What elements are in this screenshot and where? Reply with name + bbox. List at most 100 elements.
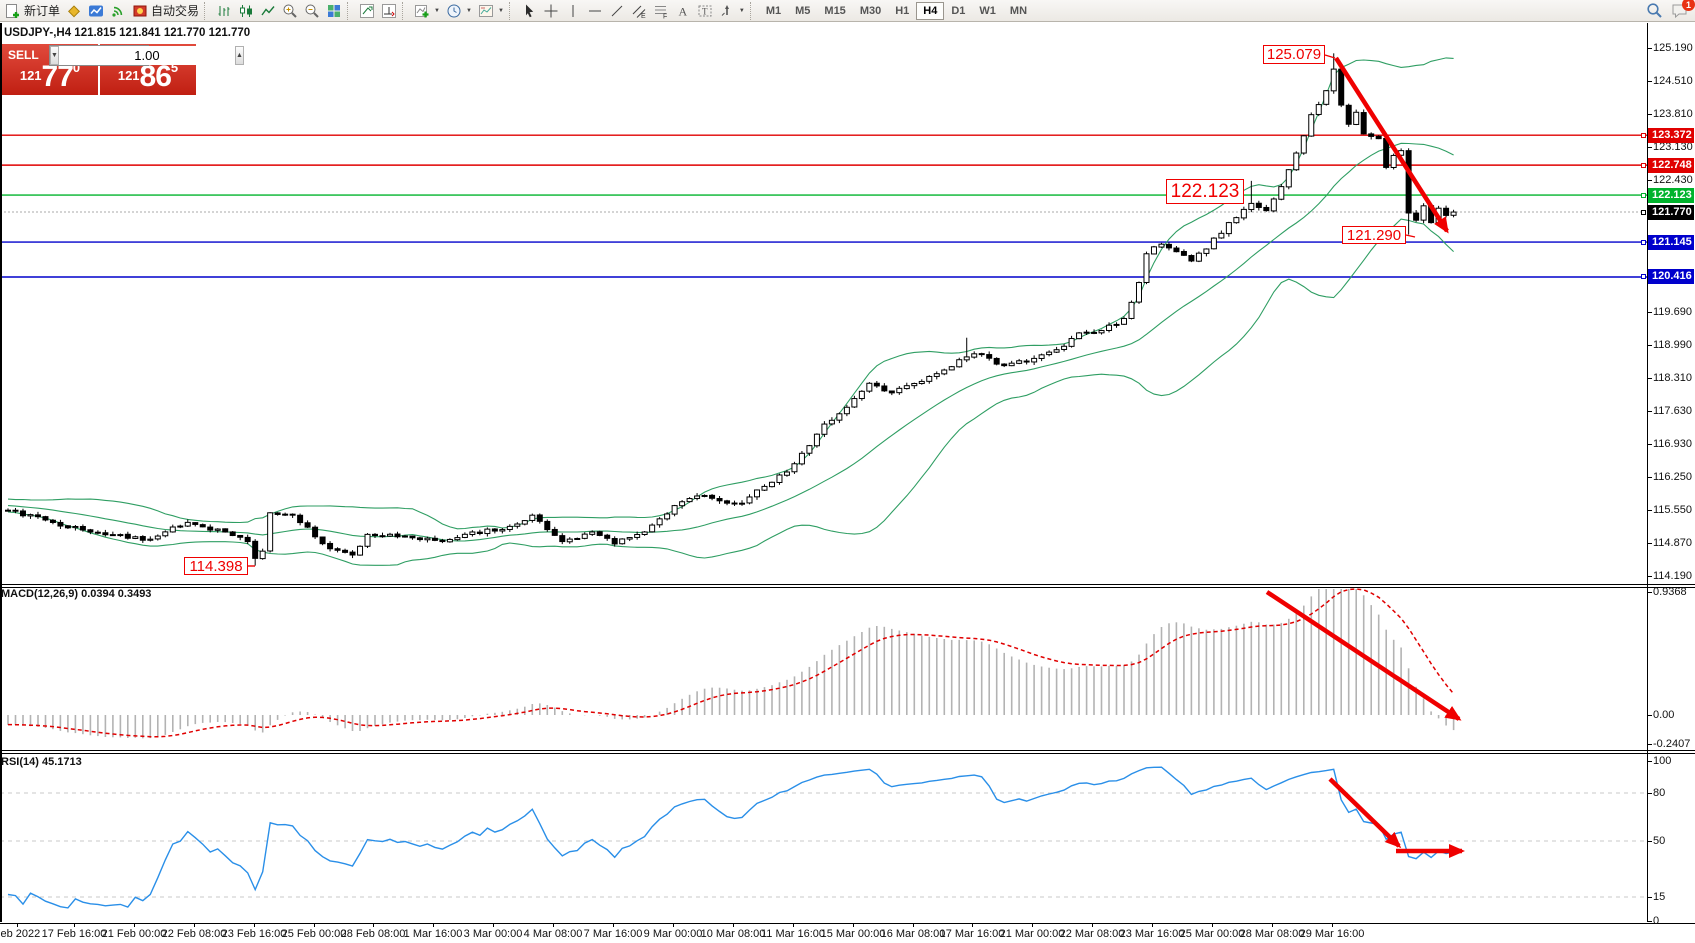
shapes-icon (719, 3, 735, 19)
fibonacci-icon: F (653, 3, 669, 19)
vertical-line-tool-button[interactable] (562, 1, 584, 21)
time-axis-label: 21 Feb 00:00 (102, 928, 167, 940)
price-badge: 120.416 (1648, 269, 1694, 284)
timeframe-h4[interactable]: H4 (916, 2, 944, 20)
time-axis-label: 11 Mar 16:00 (761, 928, 825, 940)
price-tick-mark (1647, 411, 1652, 412)
main-chart-surface[interactable] (0, 23, 1647, 584)
timeframe-d1[interactable]: D1 (944, 2, 972, 20)
search-icon[interactable] (1646, 2, 1663, 24)
time-axis-label: 10 Mar 08:00 (701, 928, 766, 940)
toolbar-separator (402, 2, 408, 20)
text-label-tool-button[interactable]: T (694, 1, 716, 21)
candle-chart-icon (238, 3, 254, 19)
indicator-tick-mark (1647, 793, 1652, 794)
price-tick-label: 114.190 (1653, 570, 1692, 582)
timeframe-m15[interactable]: M15 (817, 2, 852, 20)
rsi-pane-surface[interactable] (0, 754, 1647, 923)
indicator-tick-label: 80 (1653, 787, 1665, 799)
time-axis-label: 15 Mar 00:00 (821, 928, 886, 940)
auto-scroll-icon (381, 3, 397, 19)
chart-shift-button[interactable] (356, 1, 378, 21)
market-watch-button[interactable] (63, 1, 85, 21)
rsi-label: RSI(14) 45.1713 (1, 756, 82, 768)
new-order-button[interactable]: 新订单 (2, 1, 63, 21)
zoom-out-button[interactable] (301, 1, 323, 21)
crosshair-tool-button[interactable] (540, 1, 562, 21)
channel-tool-button[interactable]: E (628, 1, 650, 21)
timeframe-m5[interactable]: M5 (788, 2, 817, 20)
macd-pane-surface[interactable] (0, 588, 1647, 750)
annotation-leader (1406, 235, 1415, 237)
time-tick-mark (433, 924, 434, 927)
timeframe-h1[interactable]: H1 (888, 2, 916, 20)
svg-text:A: A (678, 4, 687, 18)
time-axis[interactable]: Feb 202217 Feb 16:0021 Feb 00:0022 Feb 0… (0, 923, 1695, 943)
horizontal-line-tool-button[interactable] (584, 1, 606, 21)
period-button[interactable]: ▼ (443, 1, 475, 21)
text-icon: A (675, 3, 691, 19)
timeframe-mn[interactable]: MN (1003, 2, 1034, 20)
fibonacci-tool-button[interactable]: F (650, 1, 672, 21)
time-tick-mark (74, 924, 75, 927)
line-chart-mode-button[interactable] (257, 1, 279, 21)
price-badge: 122.748 (1648, 158, 1694, 173)
price-tick-label: 124.510 (1653, 75, 1693, 87)
tile-windows-button[interactable] (323, 1, 345, 21)
zoom-in-icon (282, 3, 298, 19)
cursor-icon (521, 3, 537, 19)
toolbar-separator (509, 2, 515, 20)
template-button[interactable]: ▼ (475, 1, 507, 21)
candles (6, 53, 1457, 565)
timeframe-w1[interactable]: W1 (972, 2, 1003, 20)
time-axis-label: 22 Feb 08:00 (162, 928, 227, 940)
indicator-tick-label: 50 (1653, 835, 1665, 847)
volume-increase-button[interactable]: ▲ (235, 46, 244, 65)
toolbar: 新订单 自动交易 ▼ ▼ ▼ E F A T ▼ M1M5M1 (0, 0, 1695, 22)
time-tick-mark (793, 924, 794, 927)
signal-button[interactable] (107, 1, 129, 21)
price-tick-mark (1647, 147, 1652, 148)
timeframe-m30[interactable]: M30 (853, 2, 888, 20)
price-tick-mark (1647, 543, 1652, 544)
price-tick-label: 118.990 (1653, 339, 1692, 351)
time-axis-label: 28 Mar 08:00 (1240, 928, 1305, 940)
auto-trading-button[interactable]: 自动交易 (129, 1, 202, 21)
terminal-button[interactable] (85, 1, 107, 21)
time-tick-mark (493, 924, 494, 927)
trendline-tool-button[interactable] (606, 1, 628, 21)
bar-chart-icon (216, 3, 232, 19)
candle-chart-mode-button[interactable] (235, 1, 257, 21)
time-tick-mark (1332, 924, 1333, 927)
zoom-in-button[interactable] (279, 1, 301, 21)
volume-input[interactable] (59, 46, 235, 65)
add-indicator-icon (414, 3, 430, 19)
add-indicator-button[interactable]: ▼ (411, 1, 443, 21)
dropdown-arrow-icon: ▼ (498, 8, 504, 14)
time-axis-label: 28 Feb 08:00 (341, 928, 406, 940)
time-tick-mark (1032, 924, 1033, 927)
price-tick-mark (1647, 444, 1652, 445)
pane-separator[interactable] (0, 750, 1695, 754)
time-tick-mark (1212, 924, 1213, 927)
price-tick-label: 117.630 (1653, 405, 1692, 417)
pane-separator[interactable] (0, 584, 1695, 588)
time-axis-label: 21 Mar 00:00 (1000, 928, 1065, 940)
cursor-tool-button[interactable] (518, 1, 540, 21)
price-tick-mark (1647, 114, 1652, 115)
badge-anchor-square (1641, 193, 1646, 198)
text-tool-button[interactable]: A (672, 1, 694, 21)
volume-decrease-button[interactable]: ▼ (50, 46, 59, 65)
diamond-icon (66, 3, 82, 19)
time-tick-mark (673, 924, 674, 927)
signal-icon (110, 3, 126, 19)
time-axis-label: 23 Feb 16:00 (222, 928, 287, 940)
template-icon (478, 3, 494, 19)
time-tick-mark (853, 924, 854, 927)
bar-chart-mode-button[interactable] (213, 1, 235, 21)
timeframe-m1[interactable]: M1 (759, 2, 788, 20)
time-axis-label: 25 Mar 00:00 (1180, 928, 1245, 940)
arrows-tool-button[interactable]: ▼ (716, 1, 748, 21)
auto-scroll-button[interactable] (378, 1, 400, 21)
notifications-button[interactable]: 1 (1671, 2, 1689, 24)
